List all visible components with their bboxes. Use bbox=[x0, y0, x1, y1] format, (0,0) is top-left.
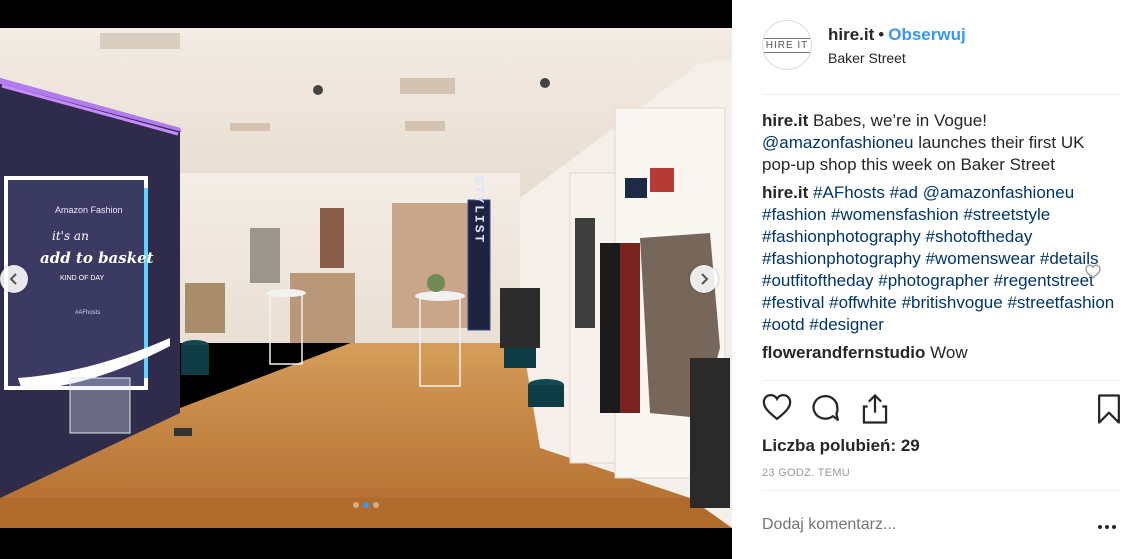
add-comment-input[interactable] bbox=[762, 516, 1082, 534]
comment-like-heart-icon[interactable] bbox=[1085, 264, 1101, 279]
slide-dot-active[interactable] bbox=[363, 502, 369, 508]
neon-brand-text: Amazon Fashion bbox=[55, 205, 123, 215]
post-side-panel: HIRE IT hire.it • Obserwuj Baker Street hi… bbox=[732, 0, 1129, 559]
hashtag-link[interactable]: #shotoftheday bbox=[926, 227, 1033, 246]
hashtag-link[interactable]: #streetstyle bbox=[963, 205, 1050, 224]
hashtag-link[interactable]: #ad bbox=[890, 183, 918, 202]
more-options-button[interactable] bbox=[1097, 517, 1117, 535]
comment-text: Wow bbox=[925, 343, 968, 362]
mention-link[interactable]: @amazonfashioneu bbox=[923, 183, 1074, 202]
action-bar bbox=[762, 393, 1120, 427]
hashtag-link[interactable]: #outfitoftheday bbox=[762, 271, 874, 290]
footer-divider bbox=[762, 490, 1120, 491]
post-header: HIRE IT hire.it • Obserwuj Baker Street bbox=[732, 0, 1129, 72]
comment-text: Babes, we’re in Vogue! bbox=[808, 111, 987, 130]
separator-dot: • bbox=[878, 25, 885, 44]
neon-line-3: KIND OF DAY bbox=[60, 275, 105, 282]
hashtag-link[interactable]: #photographer bbox=[878, 271, 989, 290]
header-divider bbox=[762, 94, 1120, 95]
follow-button[interactable]: Obserwuj bbox=[888, 25, 965, 44]
comment-item: hire.it Babes, we’re in Vogue! @amazonfa… bbox=[762, 110, 1120, 176]
comments-divider bbox=[762, 380, 1120, 381]
hashtag-link[interactable]: #womensfashion bbox=[831, 205, 959, 224]
hashtag-link[interactable]: #designer bbox=[809, 315, 884, 334]
likes-count[interactable]: Liczba polubień: 29 bbox=[762, 436, 920, 456]
chevron-right-icon bbox=[701, 273, 709, 285]
comments-list: hire.it Babes, we’re in Vogue! @amazonfa… bbox=[762, 110, 1120, 380]
comment-username[interactable]: hire.it bbox=[762, 111, 808, 130]
hashtag-link[interactable]: #ootd bbox=[762, 315, 805, 334]
heart-icon[interactable] bbox=[762, 393, 792, 421]
hashtag-link[interactable]: #britishvogue bbox=[902, 293, 1003, 312]
hashtag-link[interactable]: #fashion bbox=[762, 205, 826, 224]
slide-dot[interactable] bbox=[373, 502, 379, 508]
comment-item: flowerandfernstudio Wow bbox=[762, 342, 1120, 364]
username-link[interactable]: hire.it bbox=[828, 25, 874, 44]
chevron-left-icon bbox=[9, 273, 17, 285]
slide-indicator bbox=[0, 502, 732, 508]
store-interior-image: Amazon Fashion it's an add to basket KIN… bbox=[0, 28, 732, 528]
hashtag-link[interactable]: #streetfashion bbox=[1007, 293, 1114, 312]
comment-username[interactable]: hire.it bbox=[762, 183, 808, 202]
location-link[interactable]: Baker Street bbox=[828, 50, 906, 66]
post-media: Amazon Fashion it's an add to basket KIN… bbox=[0, 0, 732, 559]
avatar-logo-text: HIRE IT bbox=[763, 37, 811, 53]
hashtag-link[interactable]: #offwhite bbox=[829, 293, 897, 312]
comment-icon[interactable] bbox=[810, 393, 842, 423]
next-slide-button[interactable] bbox=[690, 265, 718, 293]
comment-username[interactable]: flowerandfernstudio bbox=[762, 343, 925, 362]
previous-slide-button[interactable] bbox=[0, 265, 28, 293]
mention-link[interactable]: @amazonfashioneu bbox=[762, 133, 913, 152]
post-photo[interactable]: Amazon Fashion it's an add to basket KIN… bbox=[0, 28, 732, 528]
post-timestamp[interactable]: 23 GODZ. TEMU bbox=[762, 467, 850, 479]
hashtag-link[interactable]: #festival bbox=[762, 293, 824, 312]
stylist-sign-text: STYLIST bbox=[472, 176, 487, 245]
share-icon[interactable] bbox=[860, 393, 890, 425]
hashtag-link[interactable]: #fashionphotography bbox=[762, 249, 921, 268]
neon-hashtag: #AFhosts bbox=[75, 310, 100, 316]
neon-line-1: it's an bbox=[52, 229, 89, 243]
neon-line-2: add to basket bbox=[40, 249, 154, 267]
slide-dot[interactable] bbox=[353, 502, 359, 508]
avatar[interactable]: HIRE IT bbox=[762, 20, 812, 70]
bookmark-icon[interactable] bbox=[1096, 393, 1122, 425]
hashtag-link[interactable]: #regentstreet bbox=[994, 271, 1094, 290]
hashtag-link[interactable]: #womenswear bbox=[926, 249, 1036, 268]
user-line: hire.it • Obserwuj bbox=[828, 25, 966, 45]
hashtag-link[interactable]: #AFhosts bbox=[813, 183, 885, 202]
hashtag-link[interactable]: #fashionphotography bbox=[762, 227, 921, 246]
comment-item: hire.it #AFhosts #ad @amazonfashioneu #f… bbox=[762, 182, 1120, 336]
ellipsis-icon bbox=[1098, 525, 1116, 529]
